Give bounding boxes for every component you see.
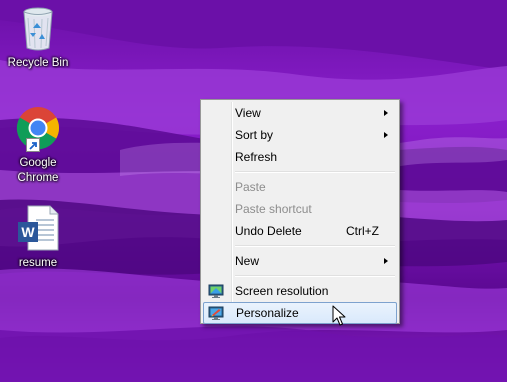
- shortcut-arrow-icon: [26, 138, 40, 152]
- menu-item-label: Refresh: [235, 150, 278, 164]
- desktop-icon-resume[interactable]: W resume: [0, 204, 76, 271]
- personalize-icon: [208, 305, 224, 321]
- menu-separator: [235, 275, 395, 277]
- desktop-icon-label: Recycle Bin: [7, 57, 69, 69]
- menu-item-paste-shortcut: Paste shortcut: [203, 198, 397, 220]
- menu-item-label: Undo Delete: [235, 224, 302, 238]
- desktop-icon-label: resume: [18, 257, 58, 269]
- menu-item-shortcut: Ctrl+Z: [346, 224, 379, 238]
- menu-item-label: Screen resolution: [235, 284, 329, 298]
- menu-item-refresh[interactable]: Refresh: [203, 146, 397, 168]
- menu-separator: [235, 171, 395, 173]
- desktop-context-menu: View Sort by Refresh Paste Paste shortcu…: [200, 99, 400, 324]
- word-document-icon: W: [14, 204, 62, 252]
- mouse-cursor-icon: [332, 305, 346, 326]
- recycle-bin-icon: [14, 4, 62, 52]
- submenu-arrow-icon: [384, 132, 388, 138]
- svg-text:W: W: [21, 224, 35, 240]
- desktop[interactable]: Recycle Bin Google Chrome W resume View …: [0, 0, 507, 382]
- menu-item-label: Paste: [235, 180, 266, 194]
- submenu-arrow-icon: [384, 258, 388, 264]
- display-icon: [208, 283, 224, 299]
- menu-separator: [235, 245, 395, 247]
- menu-item-new[interactable]: New: [203, 250, 397, 272]
- menu-item-label: New: [235, 254, 260, 268]
- desktop-icon-label: Google Chrome: [17, 157, 59, 184]
- menu-item-screen-resolution[interactable]: Screen resolution: [203, 280, 397, 302]
- menu-item-label: View: [235, 106, 261, 120]
- menu-item-view[interactable]: View: [203, 102, 397, 124]
- menu-item-sort-by[interactable]: Sort by: [203, 124, 397, 146]
- menu-item-undo-delete[interactable]: Undo Delete Ctrl+Z: [203, 220, 397, 242]
- desktop-icon-google-chrome[interactable]: Google Chrome: [0, 104, 76, 186]
- menu-item-label: Paste shortcut: [235, 202, 312, 216]
- menu-item-personalize[interactable]: Personalize: [203, 302, 397, 324]
- submenu-arrow-icon: [384, 110, 388, 116]
- menu-item-label: Personalize: [236, 306, 299, 320]
- menu-item-paste: Paste: [203, 176, 397, 198]
- menu-item-label: Sort by: [235, 128, 274, 142]
- desktop-icon-recycle-bin[interactable]: Recycle Bin: [0, 4, 76, 71]
- chrome-icon: [14, 104, 62, 152]
